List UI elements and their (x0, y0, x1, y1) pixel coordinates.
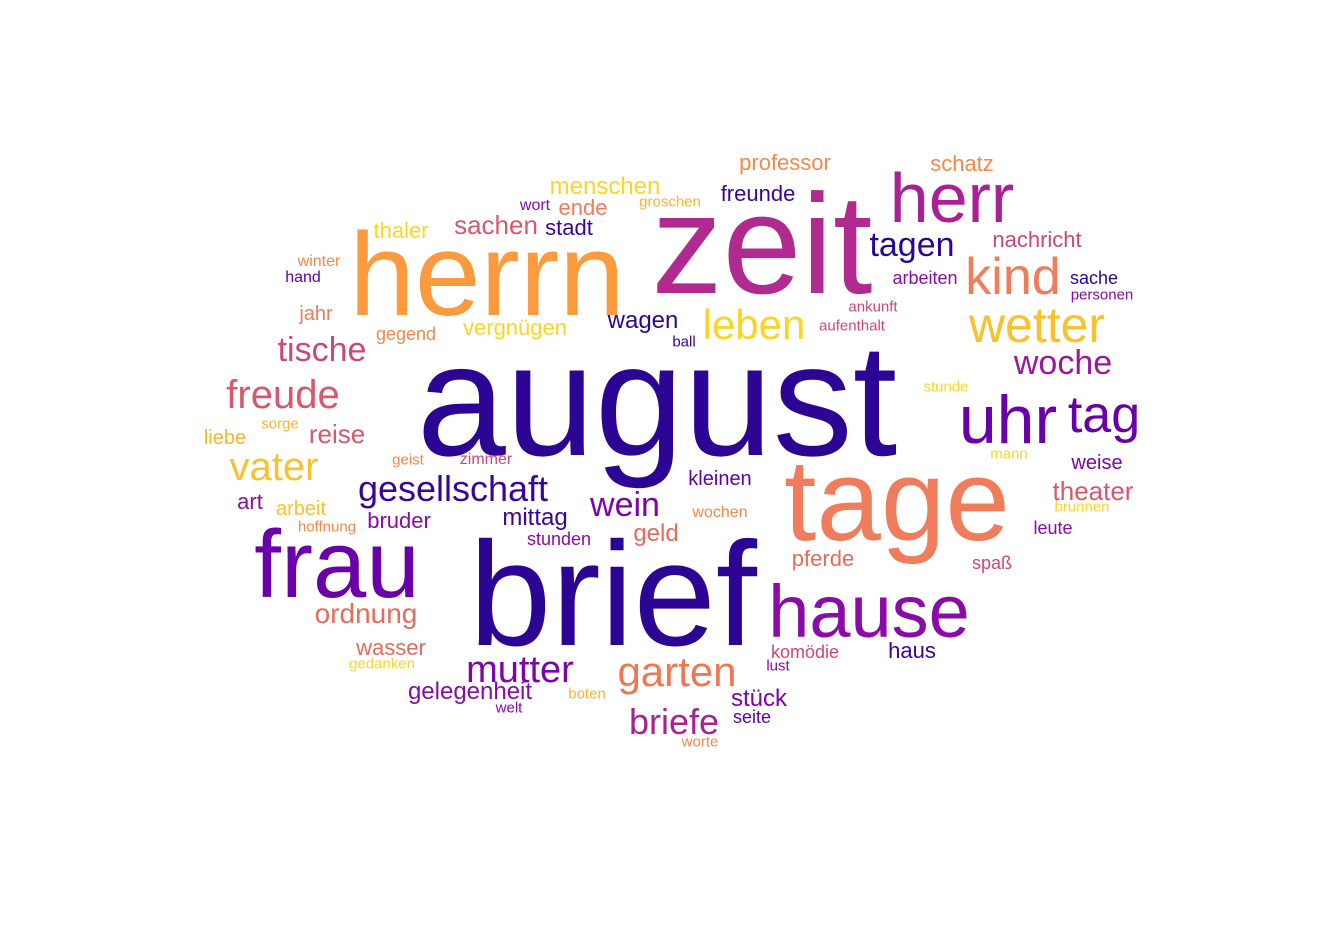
word-freunde: freunde (720, 181, 796, 206)
word-leben: leben (702, 301, 806, 348)
word-uhr: uhr (958, 382, 1058, 458)
word-stunde: stunde (923, 378, 969, 396)
word-ende: ende (558, 195, 608, 220)
word-boten: boten (568, 685, 606, 703)
word-professor: professor (739, 150, 831, 175)
word-brunnen: brunnen (1054, 498, 1110, 516)
word-hoffnung: hoffnung (297, 518, 357, 536)
word-tische: tische (277, 331, 367, 369)
word-winter: winter (297, 253, 341, 270)
word-art: art (237, 489, 263, 514)
word-weise: weise (1071, 452, 1123, 474)
word-tag: tag (1067, 386, 1141, 444)
word-ball: ball (672, 333, 696, 351)
word-wein: wein (590, 486, 660, 524)
word-mann: mann (990, 445, 1028, 463)
word-vater: vater (229, 445, 319, 489)
word-tage: tage (784, 435, 1010, 565)
word-arbeit: arbeit (275, 498, 327, 520)
word-personen: personen (1070, 286, 1134, 304)
word-welt: welt (495, 699, 523, 717)
word-groschen: groschen (639, 193, 701, 211)
word-schatz: schatz (930, 151, 994, 176)
word-lust: lust (766, 657, 790, 675)
word-cloud: august brief zeit herrn tage frau hause herr uhr… (0, 0, 1334, 945)
word-reise: reise (308, 419, 366, 449)
word-arbeiten: arbeiten (892, 268, 958, 288)
word-mittag: mittag (502, 504, 568, 531)
word-gesellschaft: gesellschaft (357, 468, 549, 509)
word-sachen: sachen (454, 210, 538, 240)
word-wetter: wetter (968, 297, 1106, 353)
word-pferde: pferde (791, 546, 855, 571)
word-wochen: wochen (692, 504, 748, 521)
word-wagen: wagen (607, 307, 679, 334)
word-sache: sache (1069, 268, 1119, 288)
word-haus: haus (888, 638, 936, 663)
word-nachricht: nachricht (992, 227, 1082, 252)
word-liebe: liebe (203, 427, 247, 449)
word-freude: freude (226, 373, 340, 417)
word-ordnung: ordnung (314, 598, 418, 629)
word-geist: geist (392, 451, 424, 469)
word-thaler: thaler (373, 218, 429, 243)
word-woche: woche (1013, 344, 1113, 382)
word-aufenthalt: aufenthalt (819, 317, 885, 335)
word-geld: geld (633, 520, 679, 547)
word-stunden: stunden (526, 529, 592, 549)
word-gedanken: gedanken (349, 655, 415, 673)
word-kleinen: kleinen (688, 468, 752, 490)
word-brief: brief (469, 512, 757, 677)
word-worte: worte (681, 733, 719, 751)
word-wort: wort (519, 197, 551, 214)
word-seite: seite (732, 707, 772, 727)
word-leute: leute (1033, 518, 1073, 538)
word-jahr: jahr (299, 303, 333, 325)
word-tagen: tagen (869, 226, 955, 264)
word-ankunft: ankunft (848, 298, 898, 316)
word-zimmer: zimmer (459, 451, 513, 468)
word-kind: kind (965, 248, 1061, 306)
word-bruder: bruder (367, 508, 431, 533)
word-hause: hause (768, 570, 970, 653)
word-gegend: gegend (375, 324, 437, 344)
word-hand: hand (285, 269, 321, 286)
word-stadt: stadt (545, 215, 593, 240)
word-garten: garten (617, 648, 737, 695)
word-spa: spaß (971, 553, 1013, 573)
word-sorge: sorge (261, 415, 299, 433)
word-vergngen: vergnügen (463, 315, 567, 340)
